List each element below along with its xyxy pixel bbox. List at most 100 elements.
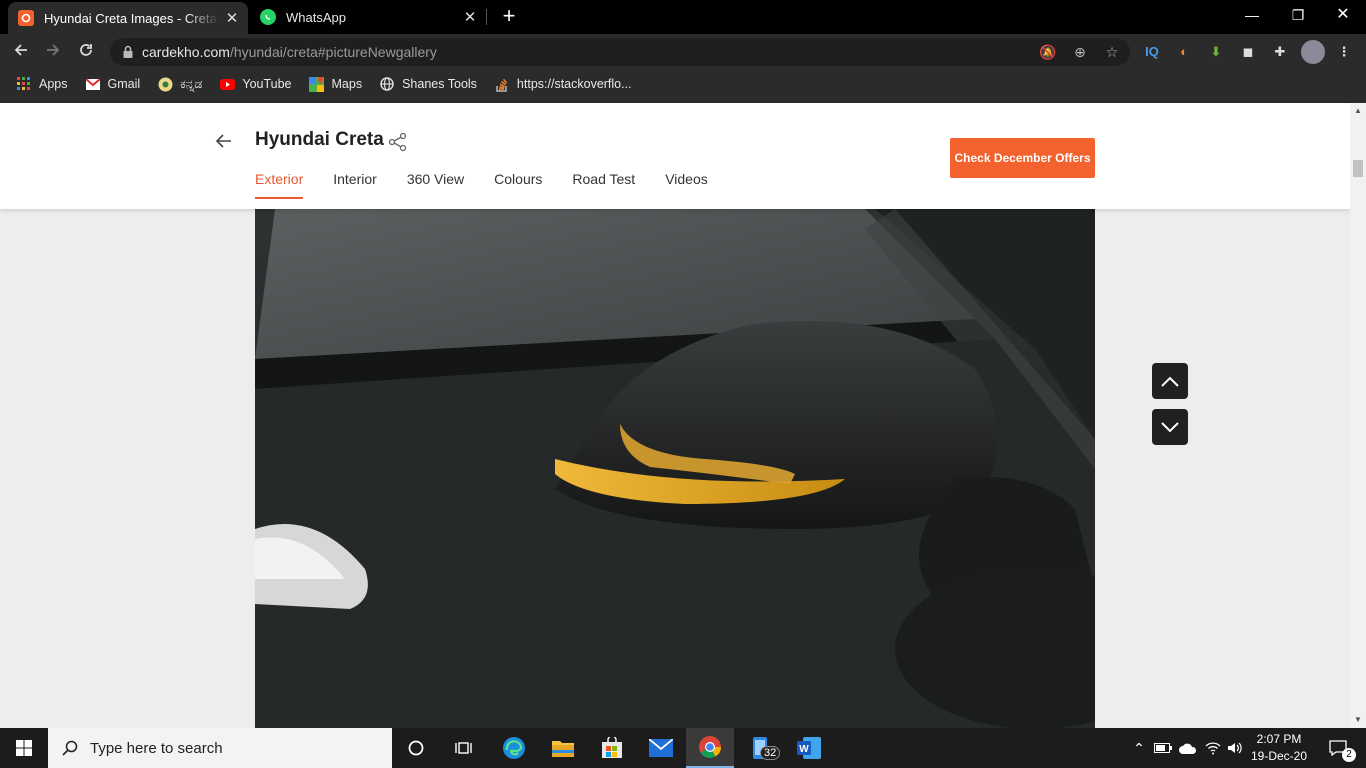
check-offers-button[interactable]: Check December Offers xyxy=(950,138,1095,178)
store-button[interactable] xyxy=(588,728,636,768)
wifi-icon[interactable] xyxy=(1202,728,1224,768)
new-tab-button[interactable]: + xyxy=(498,5,520,29)
close-tab-icon[interactable]: ✕ xyxy=(220,9,244,27)
bookmark-label: ಕನ್ನಡ xyxy=(180,76,203,91)
chrome-taskbar-button[interactable] xyxy=(686,728,734,768)
back-button[interactable] xyxy=(8,39,34,65)
task-view-button[interactable] xyxy=(440,728,488,768)
bookmark-kannada[interactable]: ಕನ್ನಡ xyxy=(157,76,202,92)
bookmark-label: YouTube xyxy=(242,77,292,91)
cube-extension-icon[interactable]: ◼ xyxy=(1238,42,1258,62)
globe-icon xyxy=(379,76,395,92)
scroll-up-arrow-icon[interactable]: ▲ xyxy=(1354,106,1362,115)
lock-icon xyxy=(123,45,133,58)
kannada-site-icon xyxy=(157,76,173,92)
car-side-mirror-image xyxy=(255,209,1095,728)
stackoverflow-icon xyxy=(494,76,510,92)
tab-title: Hyundai Creta Images - Creta Interior xyxy=(44,10,220,26)
cardekho-favicon-icon xyxy=(18,10,34,26)
word-button[interactable]: W xyxy=(785,728,833,768)
action-center-button[interactable]: 2 xyxy=(1318,728,1358,768)
mail-button[interactable] xyxy=(637,728,685,768)
download-extension-icon[interactable]: ⬇ xyxy=(1206,42,1226,62)
youtube-icon xyxy=(219,76,235,92)
folder-icon xyxy=(552,741,574,757)
profile-avatar[interactable] xyxy=(1301,40,1325,64)
bookmark-star-icon[interactable]: ☆ xyxy=(1102,42,1122,62)
gallery-tabs: Exterior Interior 360 View Colours Road … xyxy=(255,171,738,199)
phone-app-button[interactable]: 32 xyxy=(736,728,784,768)
scrollbar-thumb[interactable] xyxy=(1353,160,1363,177)
bookmark-label: Gmail xyxy=(107,77,141,91)
bookmark-maps[interactable]: Maps xyxy=(309,76,363,92)
bookmark-label: Apps xyxy=(39,77,68,91)
taskbar-search-box[interactable]: Type here to search xyxy=(48,728,392,768)
battery-icon[interactable] xyxy=(1152,728,1174,768)
minimize-button[interactable]: — xyxy=(1229,0,1275,30)
bookmark-stackoverflow[interactable]: https://stackoverflo... xyxy=(494,76,632,92)
file-explorer-button[interactable] xyxy=(539,728,587,768)
page-scrollbar[interactable]: ▲ ▼ xyxy=(1350,103,1366,728)
word-icon: W xyxy=(797,737,821,759)
web-page: Hyundai Creta Exterior Interior 360 View… xyxy=(0,98,1350,728)
system-clock[interactable]: 2:07 PM 19-Dec-20 xyxy=(1246,731,1312,765)
menu-kebab-icon[interactable]: ⋮ xyxy=(1334,42,1354,62)
edge-taskbar-button[interactable] xyxy=(490,728,538,768)
edge-icon xyxy=(503,737,525,759)
bookmark-label: https://stackoverflo... xyxy=(516,77,632,91)
start-button[interactable] xyxy=(0,728,48,768)
reload-button[interactable] xyxy=(73,39,99,65)
cortana-button[interactable] xyxy=(392,728,440,768)
maps-icon xyxy=(309,76,325,92)
chevron-up-icon xyxy=(1161,376,1179,387)
notification-badge: 32 xyxy=(760,746,781,760)
chrome-icon xyxy=(699,736,721,758)
forward-button[interactable] xyxy=(40,39,66,65)
address-bar[interactable]: cardekho.com/hyundai/creta#pictureNewgal… xyxy=(110,38,1130,66)
tab-hyundai-creta[interactable]: Hyundai Creta Images - Creta Interior ✕ xyxy=(8,2,248,34)
tab-interior[interactable]: Interior xyxy=(333,171,377,199)
close-window-button[interactable]: ✕ xyxy=(1320,0,1366,30)
bookmark-apps[interactable]: Apps xyxy=(16,76,68,92)
back-arrow-icon[interactable] xyxy=(214,131,234,151)
chevron-down-icon xyxy=(1161,422,1179,433)
windows-taskbar: Type here to search 32 W ⌃ 2:07 PM 19-De… xyxy=(0,728,1366,768)
restore-button[interactable]: ❐ xyxy=(1275,0,1321,30)
tab-title: WhatsApp xyxy=(286,9,346,25)
bookmark-gmail[interactable]: Gmail xyxy=(85,76,141,92)
close-tab-icon[interactable]: ✕ xyxy=(458,8,482,26)
tab-whatsapp[interactable]: WhatsApp ✕ xyxy=(250,0,486,34)
bookmarks-bar: Apps Gmail ಕನ್ನಡ YouTube Maps Shanes Too… xyxy=(0,70,1366,98)
tab-colours[interactable]: Colours xyxy=(494,171,542,199)
url-host: cardekho.com xyxy=(142,44,230,60)
clock-date: 19-Dec-20 xyxy=(1250,749,1308,763)
onedrive-cloud-icon[interactable] xyxy=(1176,728,1200,768)
bookmark-shanes-tools[interactable]: Shanes Tools xyxy=(379,76,477,92)
windows-logo-icon xyxy=(16,740,32,756)
gmail-icon xyxy=(85,76,101,92)
share-icon[interactable] xyxy=(388,132,408,152)
tab-exterior[interactable]: Exterior xyxy=(255,171,304,199)
iq-extension-icon[interactable]: IQ xyxy=(1142,42,1162,62)
bookmark-youtube[interactable]: YouTube xyxy=(219,76,292,92)
bookmark-label: Maps xyxy=(331,77,363,91)
previous-image-button[interactable] xyxy=(1152,363,1188,399)
add-icon[interactable]: ⊕ xyxy=(1070,42,1090,62)
volume-icon[interactable] xyxy=(1224,728,1246,768)
show-hidden-icons-chevron-icon[interactable]: ⌃ xyxy=(1128,728,1150,768)
next-image-button[interactable] xyxy=(1152,409,1188,445)
search-placeholder: Type here to search xyxy=(90,739,223,757)
store-bag-icon xyxy=(602,737,622,758)
tab-360-view[interactable]: 360 View xyxy=(407,171,464,199)
tab-videos[interactable]: Videos xyxy=(665,171,708,199)
tab-road-test[interactable]: Road Test xyxy=(572,171,635,199)
extensions-puzzle-icon[interactable]: ✚ xyxy=(1270,42,1290,62)
whatsapp-icon xyxy=(260,9,276,25)
firefox-extension-icon[interactable]: ◐ xyxy=(1174,42,1194,62)
notifications-blocked-icon[interactable]: 🔕 xyxy=(1038,42,1058,62)
svg-text:W: W xyxy=(799,744,809,755)
task-view-icon xyxy=(455,742,472,754)
scroll-down-arrow-icon[interactable]: ▼ xyxy=(1354,715,1362,724)
gallery-image[interactable] xyxy=(255,209,1095,728)
bookmark-label: Shanes Tools xyxy=(402,77,477,91)
